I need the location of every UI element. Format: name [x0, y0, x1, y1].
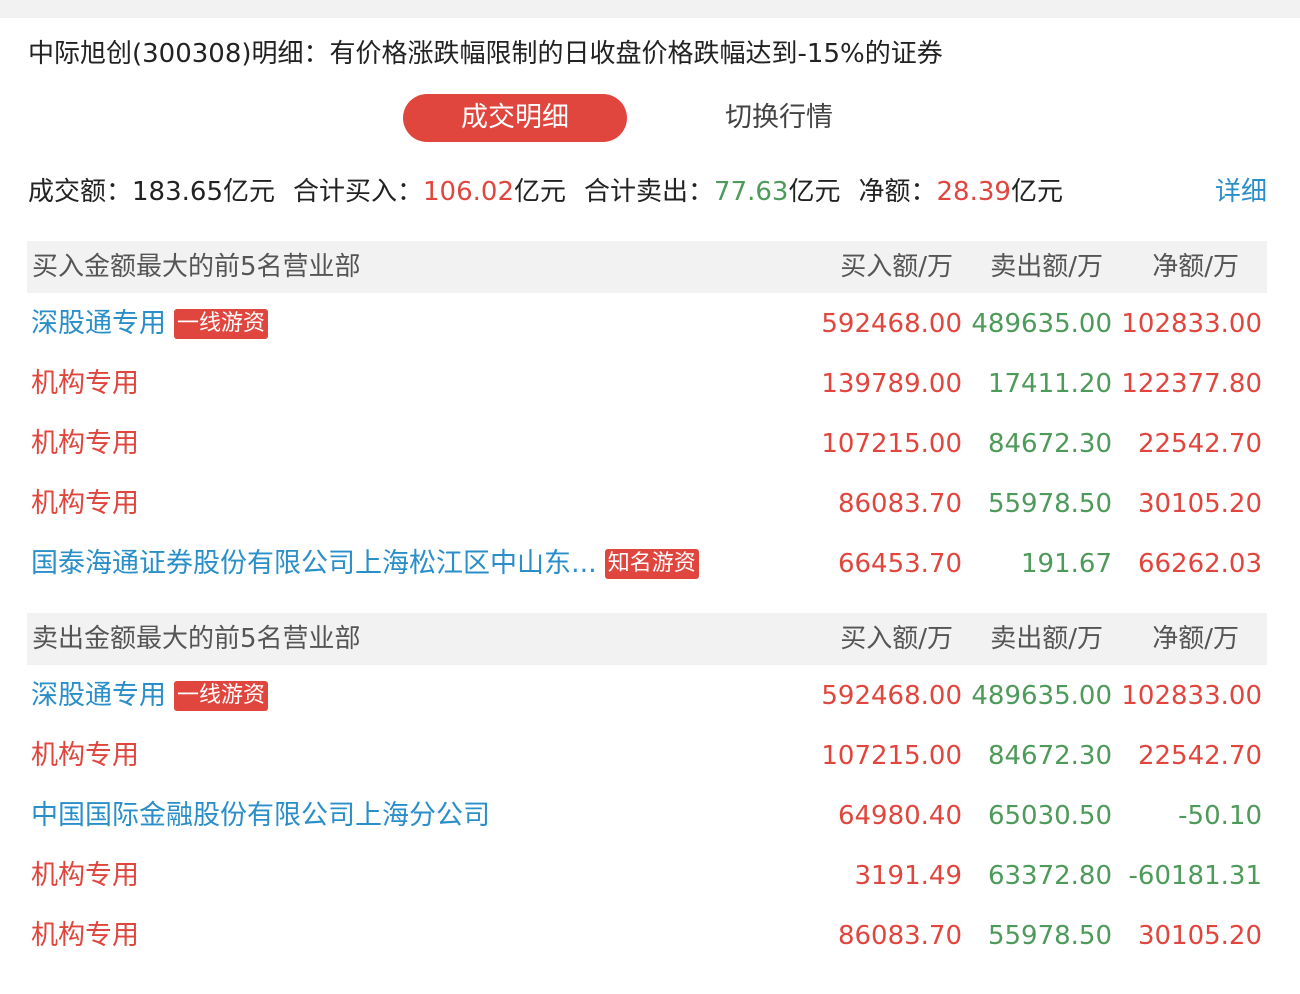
buy-amount-cell: 592468.00 [821, 681, 962, 711]
table-row[interactable]: 机构专用 139789.00 17411.20 122377.80 [27, 354, 1267, 414]
buy-section-header: 买入金额最大的前5名营业部 买入额/万 卖出额/万 净额/万 [27, 241, 1267, 293]
tab-trade-detail[interactable]: 成交明细 [403, 94, 627, 142]
net-unit: 亿元 [1010, 177, 1063, 207]
total-buy-value: 106.02 [423, 177, 514, 207]
table-row[interactable]: 机构专用 86083.70 55978.50 30105.20 [27, 906, 1267, 966]
sell-amount-cell: 17411.20 [987, 369, 1112, 399]
broker-name-link[interactable]: 中国国际金融股份有限公司上海分公司 [31, 800, 490, 831]
sell-amount-cell: 55978.50 [987, 921, 1112, 951]
top-strip [0, 0, 1300, 18]
col-header-net: 净额/万 [1152, 624, 1239, 654]
turnover-label: 成交额： [28, 177, 133, 207]
broker-name-cell: 深股通专用 一线游资 [31, 294, 269, 354]
broker-name-link[interactable]: 机构专用 [31, 428, 139, 459]
buy-amount-cell: 64980.40 [837, 801, 962, 831]
sell-section-title: 卖出金额最大的前5名营业部 [32, 624, 361, 654]
buy-amount-cell: 107215.00 [821, 741, 962, 771]
table-row[interactable]: 中国国际金融股份有限公司上海分公司 64980.40 65030.50 -50.10 [27, 786, 1267, 846]
table-row[interactable]: 机构专用 107215.00 84672.30 22542.70 [27, 414, 1267, 474]
broker-tag-badge: 知名游资 [604, 549, 699, 579]
turnover-value: 183.65亿元 [132, 177, 275, 207]
broker-name-link[interactable]: 深股通专用 [31, 680, 166, 711]
net-value: 28.39 [936, 177, 1011, 207]
broker-name-link[interactable]: 深股通专用 [31, 308, 166, 339]
table-row[interactable]: 机构专用 86083.70 55978.50 30105.20 [27, 474, 1267, 534]
net-amount-cell: 66262.03 [1137, 549, 1262, 579]
broker-name-cell: 机构专用 [31, 726, 139, 786]
broker-name-link[interactable]: 机构专用 [31, 860, 139, 891]
table-row[interactable]: 深股通专用 一线游资 592468.00 489635.00 102833.00 [27, 294, 1267, 354]
net-amount-cell: 22542.70 [1137, 741, 1262, 771]
broker-name-cell: 深股通专用 一线游资 [31, 666, 269, 726]
buy-amount-cell: 66453.70 [837, 549, 962, 579]
broker-name-cell: 机构专用 [31, 354, 139, 414]
broker-name-cell: 机构专用 [31, 906, 139, 966]
broker-name-link[interactable]: 机构专用 [31, 740, 139, 771]
total-buy-unit: 亿元 [514, 177, 567, 207]
net-amount-cell: 30105.20 [1137, 921, 1262, 951]
buy-amount-cell: 139789.00 [821, 369, 962, 399]
sell-amount-cell: 489635.00 [971, 309, 1112, 339]
net-amount-cell: 30105.20 [1137, 489, 1262, 519]
broker-name-link[interactable]: 机构专用 [31, 368, 139, 399]
col-header-buy: 买入额/万 [840, 624, 953, 654]
tab-switch-quote[interactable]: 切换行情 [668, 94, 890, 142]
broker-name-cell: 机构专用 [31, 474, 139, 534]
total-sell-label: 合计卖出： [584, 177, 715, 207]
total-sell-unit: 亿元 [788, 177, 841, 207]
net-amount-cell: 102833.00 [1121, 681, 1262, 711]
buy-amount-cell: 107215.00 [821, 429, 962, 459]
broker-name-link[interactable]: 机构专用 [31, 920, 139, 951]
sell-amount-cell: 191.67 [1021, 549, 1112, 579]
total-buy-label: 合计买入： [293, 177, 424, 207]
broker-name-link[interactable]: 国泰海通证券股份有限公司上海松江区中山东... [31, 548, 597, 579]
buy-amount-cell: 86083.70 [837, 489, 962, 519]
detail-link[interactable]: 详细 [1215, 172, 1267, 212]
buy-amount-cell: 592468.00 [821, 309, 962, 339]
net-amount-cell: 22542.70 [1137, 429, 1262, 459]
table-row[interactable]: 深股通专用 一线游资 592468.00 489635.00 102833.00 [27, 666, 1267, 726]
buy-amount-cell: 3191.49 [854, 861, 962, 891]
col-header-sell: 卖出额/万 [990, 252, 1103, 282]
broker-name-link[interactable]: 机构专用 [31, 488, 139, 519]
buy-section-title: 买入金额最大的前5名营业部 [32, 252, 361, 282]
sell-amount-cell: 84672.30 [987, 741, 1112, 771]
page-title: 中际旭创(300308)明细：有价格涨跌幅限制的日收盘价格跌幅达到-15%的证券 [28, 39, 943, 69]
col-header-net: 净额/万 [1152, 252, 1239, 282]
buy-amount-cell: 86083.70 [837, 921, 962, 951]
broker-tag-badge: 一线游资 [174, 681, 269, 711]
col-header-sell: 卖出额/万 [990, 624, 1103, 654]
sell-amount-cell: 63372.80 [987, 861, 1112, 891]
broker-tag-badge: 一线游资 [174, 309, 269, 339]
sell-amount-cell: 84672.30 [987, 429, 1112, 459]
broker-name-cell: 中国国际金融股份有限公司上海分公司 [31, 786, 490, 846]
sell-amount-cell: 55978.50 [987, 489, 1112, 519]
broker-name-cell: 国泰海通证券股份有限公司上海松江区中山东... 知名游资 [31, 534, 699, 594]
net-amount-cell: 122377.80 [1121, 369, 1262, 399]
broker-name-cell: 机构专用 [31, 846, 139, 906]
table-row[interactable]: 国泰海通证券股份有限公司上海松江区中山东... 知名游资 66453.70 191.6… [27, 534, 1267, 594]
net-amount-cell: -60181.31 [1128, 861, 1262, 891]
summary-bar: 成交额：183.65亿元 合计买入：106.02亿元 合计卖出：77.63亿元 净额：… [28, 172, 1063, 212]
net-amount-cell: -50.10 [1178, 801, 1262, 831]
table-row[interactable]: 机构专用 3191.49 63372.80 -60181.31 [27, 846, 1267, 906]
total-sell-value: 77.63 [714, 177, 789, 207]
net-amount-cell: 102833.00 [1121, 309, 1262, 339]
net-label: 净额： [858, 177, 937, 207]
sell-amount-cell: 65030.50 [987, 801, 1112, 831]
broker-name-cell: 机构专用 [31, 414, 139, 474]
col-header-buy: 买入额/万 [840, 252, 953, 282]
sell-amount-cell: 489635.00 [971, 681, 1112, 711]
sell-section-header: 卖出金额最大的前5名营业部 买入额/万 卖出额/万 净额/万 [27, 613, 1267, 665]
table-row[interactable]: 机构专用 107215.00 84672.30 22542.70 [27, 726, 1267, 786]
